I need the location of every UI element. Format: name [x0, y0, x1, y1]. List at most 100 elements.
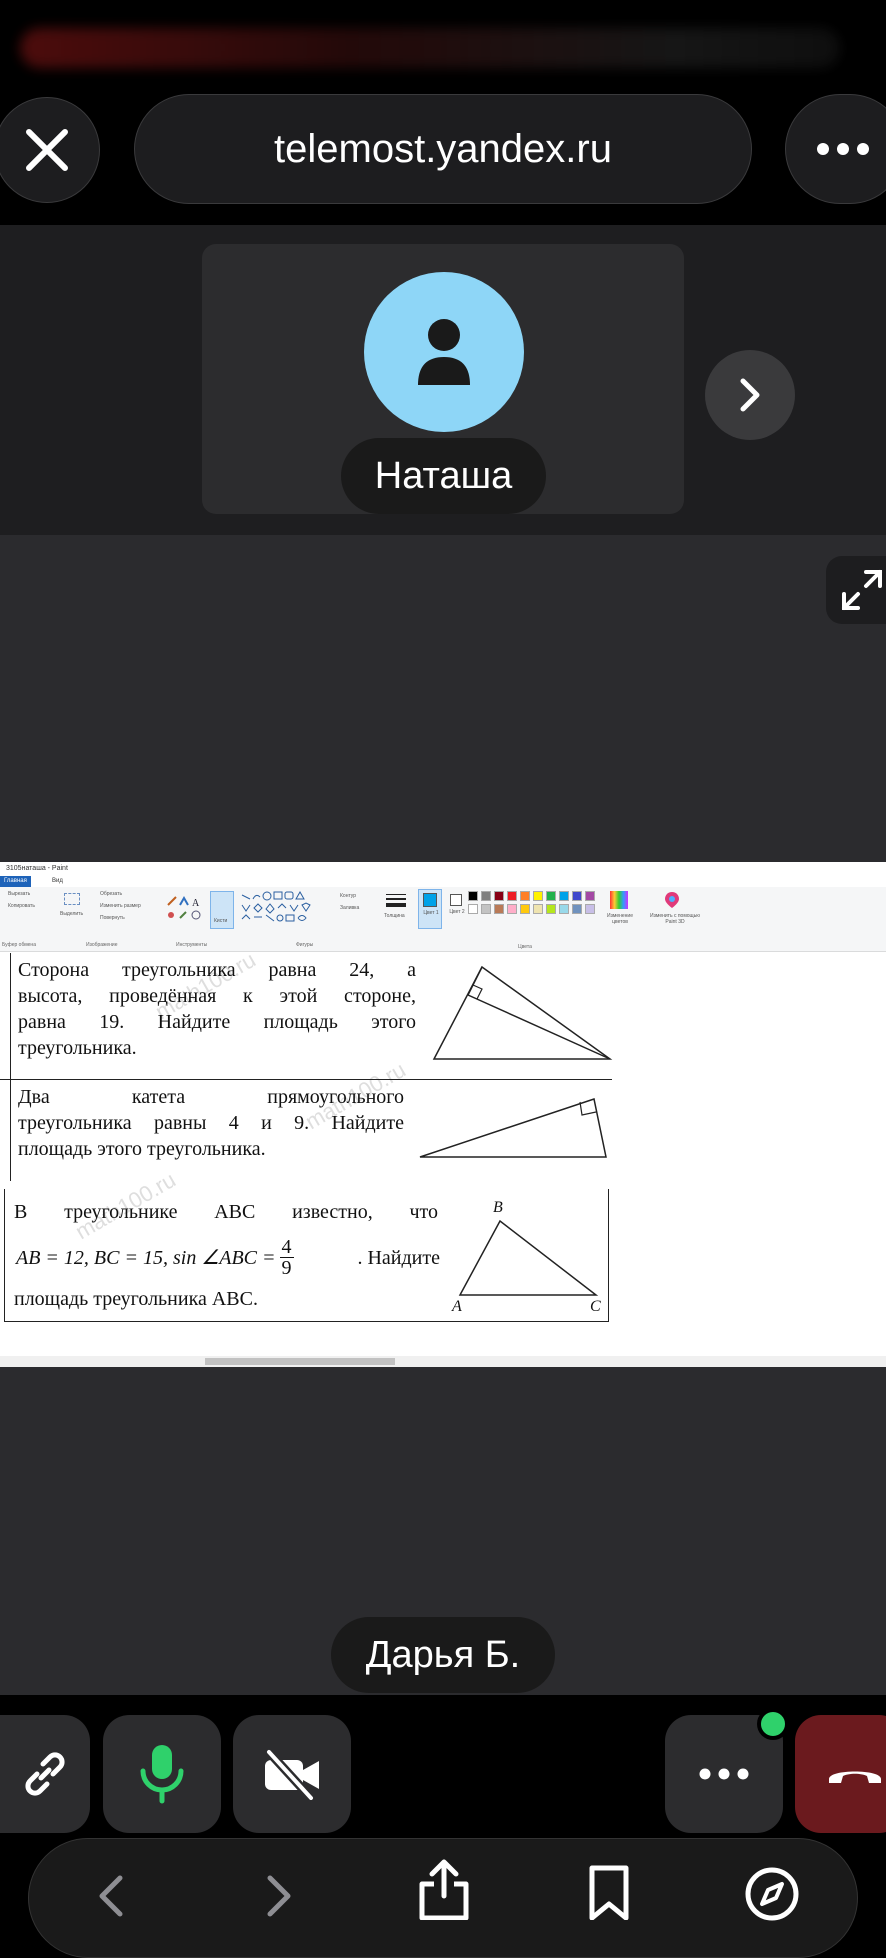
color-swatch[interactable] — [481, 891, 491, 901]
scrollbar-thumb[interactable] — [205, 1358, 395, 1365]
color-swatch[interactable] — [572, 904, 582, 914]
color-swatch[interactable] — [494, 891, 504, 901]
outline-button[interactable]: Контур — [340, 893, 356, 899]
color-swatch[interactable] — [559, 904, 569, 914]
problem-2-line: треугольника равны 4 и 9. Найдите — [18, 1112, 404, 1134]
image-group-label: Изображение — [86, 942, 118, 948]
color-swatch[interactable] — [520, 904, 530, 914]
ellipsis-icon — [699, 1768, 749, 1780]
problem-3-formula: AB = 12, BC = 15, sin ∠ABC = — [16, 1246, 276, 1269]
back-button[interactable] — [92, 1872, 132, 1920]
notification-badge — [757, 1708, 789, 1740]
user-icon — [418, 319, 470, 385]
problem-1-line: равна 19. Найдите площадь этого — [18, 1011, 416, 1033]
tab-home[interactable]: Главная — [0, 876, 31, 887]
url-bar[interactable]: telemost.yandex.ru — [134, 94, 752, 204]
vertex-b-label: B — [493, 1199, 503, 1216]
color-swatch[interactable] — [533, 891, 543, 901]
shapes-gallery[interactable] — [240, 890, 334, 923]
vertex-c-label: C — [590, 1298, 601, 1315]
next-participants-button[interactable] — [705, 350, 795, 440]
hang-up-icon — [829, 1771, 881, 1783]
color-swatch[interactable] — [507, 904, 517, 914]
edit-colors-icon — [610, 891, 628, 909]
ellipsis-icon — [817, 143, 869, 155]
microphone-button[interactable] — [103, 1715, 221, 1833]
divider — [4, 1321, 609, 1322]
color-swatch[interactable] — [533, 904, 543, 914]
color-swatch[interactable] — [585, 904, 595, 914]
horizontal-scrollbar[interactable] — [0, 1356, 886, 1367]
color1-label: Цвет 1 — [423, 910, 439, 916]
select-button[interactable]: Выделить — [60, 911, 83, 917]
problem-2-line: площадь этого треугольника. — [18, 1138, 266, 1160]
bookmarks-button[interactable] — [586, 1864, 632, 1921]
crop-button[interactable]: Обрезать — [100, 891, 122, 897]
border-line — [10, 953, 11, 1079]
problem-3-formula-tail: . Найдите — [357, 1246, 440, 1269]
microphone-icon — [140, 1745, 184, 1804]
clipboard-group-label: Буфер обмена — [2, 942, 36, 948]
share-button[interactable] — [416, 1858, 472, 1921]
svg-text:A: A — [192, 898, 200, 909]
color-swatch[interactable] — [559, 891, 569, 901]
color-swatch[interactable] — [520, 891, 530, 901]
resize-button[interactable]: Изменить размер — [100, 903, 141, 909]
problem-3-text: В треугольнике ABC известно, что — [14, 1199, 438, 1225]
fullscreen-button[interactable] — [826, 556, 886, 624]
problem-3-line: площадь треугольника ABC. — [14, 1288, 258, 1310]
tools-icons[interactable]: A — [166, 895, 206, 921]
paint-window-title: 3105наташа - Paint — [6, 865, 68, 872]
paint3d-icon — [664, 891, 680, 909]
color-swatch[interactable] — [546, 904, 556, 914]
color-swatch[interactable] — [507, 891, 517, 901]
color-swatch[interactable] — [494, 904, 504, 914]
triangle-1-figure — [432, 965, 613, 1060]
invite-link-button[interactable] — [0, 1715, 90, 1833]
close-icon — [26, 129, 68, 171]
color-palette[interactable] — [468, 891, 598, 921]
border-line — [10, 1079, 11, 1181]
color1-swatch — [423, 893, 437, 907]
problem-1-line: Сторона треугольника равна 24, а — [18, 959, 416, 981]
color2-swatch — [450, 894, 462, 906]
participant-name-label: Наташа — [341, 438, 546, 514]
expand-icon — [842, 570, 882, 610]
cut-button[interactable]: Вырезать — [8, 891, 30, 897]
rotate-button[interactable]: Повернуть — [100, 915, 125, 921]
colors-group-label: Цвета — [518, 944, 532, 950]
paint3d-button[interactable]: Изменить с помощью Paint 3D — [650, 913, 700, 925]
problem-2-line: Два катета прямоугольного — [18, 1086, 404, 1108]
select-icon — [64, 893, 80, 905]
border-line — [4, 1189, 5, 1321]
brushes-button[interactable]: Кисти — [210, 891, 234, 929]
problem-1-line: треугольника. — [18, 1037, 137, 1059]
camera-button[interactable] — [233, 1715, 351, 1833]
size-button[interactable]: Толщина — [384, 913, 405, 919]
browser-more-button[interactable] — [785, 94, 886, 204]
color-swatch[interactable] — [585, 891, 595, 901]
color1-button[interactable]: Цвет 1 — [418, 889, 442, 929]
copy-button[interactable]: Копировать — [8, 903, 35, 909]
color-swatch[interactable] — [481, 904, 491, 914]
border-line — [608, 1189, 609, 1321]
edit-colors-button[interactable]: Изменение цветов — [600, 913, 640, 925]
paint-ribbon: Вырезать Копировать Буфер обмена Выделит… — [0, 887, 886, 952]
chevron-left-icon — [99, 1875, 123, 1917]
chevron-right-icon — [740, 378, 760, 412]
color-swatch[interactable] — [546, 891, 556, 901]
color2-button[interactable]: Цвет 2 — [446, 889, 468, 929]
link-icon — [25, 1752, 65, 1796]
problem-1-text: Сторона треугольника равна 24, а высота,… — [18, 957, 416, 1061]
color-swatch[interactable] — [468, 891, 478, 901]
camera-off-icon — [265, 1748, 319, 1800]
forward-button[interactable] — [258, 1872, 298, 1920]
paint-title-bar: 3105наташа - Paint — [0, 862, 886, 876]
color-swatch[interactable] — [572, 891, 582, 901]
paint-canvas[interactable]: math100.ru math100.ru math100.ru Сторона… — [0, 947, 886, 1353]
tabs-compass-button[interactable] — [744, 1866, 800, 1922]
end-call-button[interactable] — [795, 1715, 886, 1833]
fill-button[interactable]: Заливка — [340, 905, 359, 911]
color-swatch[interactable] — [468, 904, 478, 914]
tab-view[interactable]: Вид — [48, 876, 67, 887]
